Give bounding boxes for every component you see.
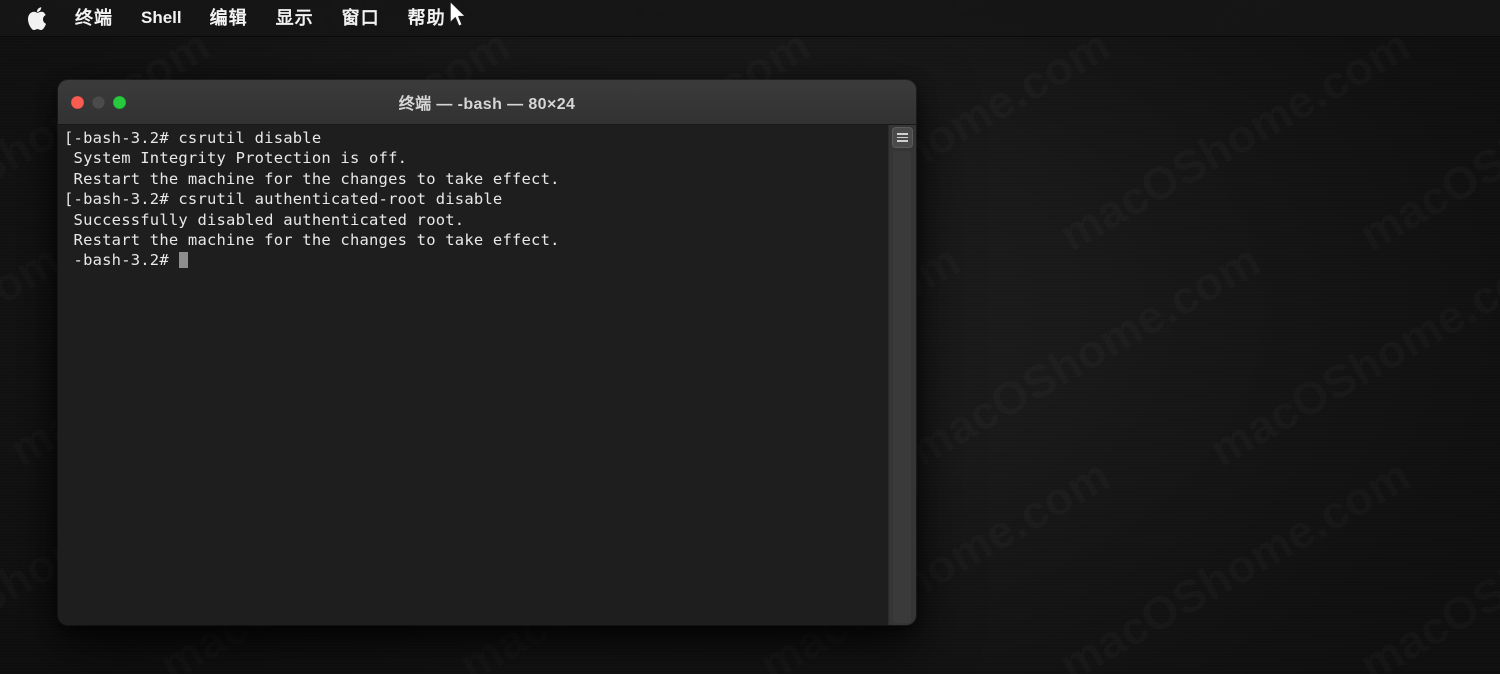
terminal-title: 终端 — -bash — 80×24: [398, 96, 576, 113]
terminal-scrollbar[interactable]: [888, 125, 916, 625]
terminal-line: Restart the machine for the changes to t…: [64, 230, 880, 250]
apple-menu-button[interactable]: [0, 0, 61, 36]
minimize-button[interactable]: [92, 95, 105, 109]
terminal-line: [-bash-3.2# csrutil authenticated-root d…: [64, 189, 896, 209]
terminal-line-text: Successfully disabled authenticated root…: [64, 210, 465, 229]
terminal-output: [-bash-3.2# csrutil disable] System Inte…: [64, 128, 896, 271]
terminal-line-text: Restart the machine for the changes to t…: [64, 230, 560, 249]
terminal-line-text: System Integrity Protection is off.: [64, 149, 408, 168]
terminal-body[interactable]: [-bash-3.2# csrutil disable] System Inte…: [58, 125, 916, 625]
scrollbar-track[interactable]: [893, 151, 911, 623]
menu-bar: 终端 Shell 编辑 显示 窗口 帮助: [0, 0, 1500, 37]
menu-item-view[interactable]: 显示: [262, 0, 328, 36]
terminal-line: Restart the machine for the changes to t…: [64, 169, 880, 189]
terminal-title-bar[interactable]: 终端 — -bash — 80×24: [58, 80, 916, 125]
screen: macOShome.commacOShome.commacOShome.comm…: [0, 0, 1500, 674]
terminal-line: System Integrity Protection is off.: [64, 148, 880, 168]
menu-item-help[interactable]: 帮助: [394, 0, 460, 36]
terminal-window[interactable]: 终端 — -bash — 80×24 [-bash-3.2# csrutil d…: [58, 80, 916, 625]
terminal-line: [-bash-3.2# csrutil disable]: [64, 128, 896, 148]
menu-item-window[interactable]: 窗口: [328, 0, 394, 36]
menu-item-shell[interactable]: Shell: [127, 0, 196, 36]
close-button[interactable]: [71, 95, 84, 109]
apple-logo-icon: [28, 6, 46, 30]
terminal-line-text: [-bash-3.2# csrutil disable: [64, 129, 322, 147]
zoom-button[interactable]: [113, 95, 126, 109]
terminal-prompt: -bash-3.2#: [64, 251, 179, 270]
window-controls: [58, 95, 126, 109]
menu-item-edit[interactable]: 编辑: [196, 0, 262, 36]
terminal-line: Successfully disabled authenticated root…: [64, 210, 880, 230]
lines-menu-icon[interactable]: [892, 127, 913, 148]
terminal-line-text: [-bash-3.2# csrutil authenticated-root d…: [64, 190, 503, 209]
menu-item-terminal[interactable]: 终端: [61, 0, 127, 36]
block-cursor: [179, 252, 189, 269]
terminal-line-text: Restart the machine for the changes to t…: [64, 169, 560, 188]
terminal-prompt-line[interactable]: -bash-3.2#: [64, 250, 880, 270]
